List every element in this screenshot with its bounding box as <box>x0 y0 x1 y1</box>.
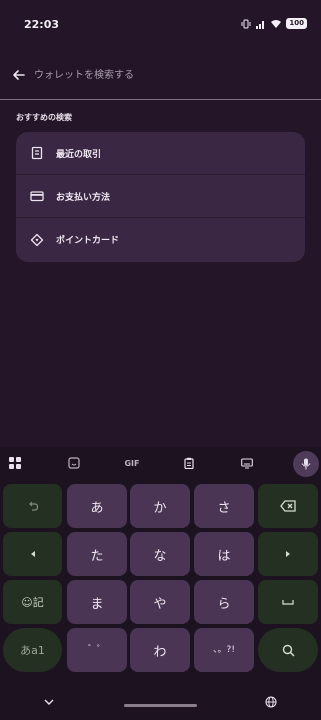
key-a[interactable]: あ <box>67 484 127 528</box>
backspace-icon <box>280 500 296 512</box>
gesture-handle[interactable] <box>124 704 197 707</box>
gif-button[interactable]: GIF <box>122 455 142 471</box>
caret-left-icon <box>30 551 35 557</box>
status-bar: 22:03 100 <box>0 0 321 50</box>
search-key[interactable] <box>258 628 318 672</box>
key-na[interactable]: な <box>130 532 190 576</box>
search-bar <box>0 60 321 100</box>
key-ka[interactable]: か <box>130 484 190 528</box>
key-ha[interactable]: は <box>194 532 254 576</box>
wifi-icon <box>271 19 282 28</box>
key-dakuten[interactable]: ゛゜ <box>67 628 127 672</box>
suggestions-card: 最近の取引 お支払い方法 ポイントカード <box>16 132 305 262</box>
key-ta[interactable]: た <box>67 532 127 576</box>
status-time: 22:03 <box>24 18 60 31</box>
status-icons: 100 <box>241 18 307 29</box>
vibrate-icon <box>241 19 251 28</box>
key-ra[interactable]: ら <box>194 580 254 624</box>
space-key[interactable] <box>258 580 318 624</box>
receipt-icon <box>31 146 43 160</box>
clipboard-icon[interactable] <box>181 455 197 471</box>
suggestion-loyalty-cards[interactable]: ポイントカード <box>16 218 305 261</box>
chevron-down-icon[interactable] <box>44 698 54 706</box>
suggestion-label: 最近の取引 <box>56 149 102 160</box>
apps-grid-icon[interactable] <box>7 455 23 471</box>
suggestion-payment-methods[interactable]: お支払い方法 <box>16 175 305 218</box>
signal-icon <box>256 20 265 29</box>
suggestion-label: お支払い方法 <box>56 192 111 203</box>
back-arrow-icon[interactable] <box>10 66 28 84</box>
mic-icon <box>301 458 311 470</box>
caret-right-icon <box>286 551 290 557</box>
keyboard-settings-icon[interactable] <box>239 455 255 471</box>
battery-indicator: 100 <box>286 18 307 29</box>
suggestion-recent-transactions[interactable]: 最近の取引 <box>16 132 305 175</box>
undo-key[interactable] <box>3 484 62 528</box>
key-ya[interactable]: や <box>130 580 190 624</box>
emoji-symbol-key[interactable]: ☺記 <box>3 580 62 624</box>
cursor-left-key[interactable] <box>3 532 62 576</box>
navigation-bar <box>0 690 321 720</box>
credit-card-icon <box>30 191 44 202</box>
key-punctuation[interactable]: 、。?! <box>194 628 254 672</box>
keyboard-toolbar: GIF <box>0 447 321 479</box>
space-icon <box>282 600 294 605</box>
suggestion-label: ポイントカード <box>56 236 120 246</box>
key-sa[interactable]: さ <box>194 484 254 528</box>
key-wa[interactable]: わ <box>130 628 190 672</box>
key-ma[interactable]: ま <box>67 580 127 624</box>
backspace-key[interactable] <box>258 484 318 528</box>
search-input[interactable] <box>34 64 304 86</box>
undo-icon <box>28 501 38 511</box>
search-icon <box>282 644 295 657</box>
loyalty-tag-icon <box>30 233 44 246</box>
sticker-icon[interactable] <box>66 455 82 471</box>
section-title: おすすめの検索 <box>16 113 72 122</box>
input-mode-key[interactable]: あa1 <box>3 628 62 672</box>
keyboard: GIF あ か さ た な は ☺記 ま や ら あa1 ゛゜ わ 、。?! <box>0 447 321 720</box>
mic-button[interactable] <box>293 451 319 477</box>
cursor-right-key[interactable] <box>258 532 318 576</box>
globe-icon[interactable] <box>265 696 277 708</box>
